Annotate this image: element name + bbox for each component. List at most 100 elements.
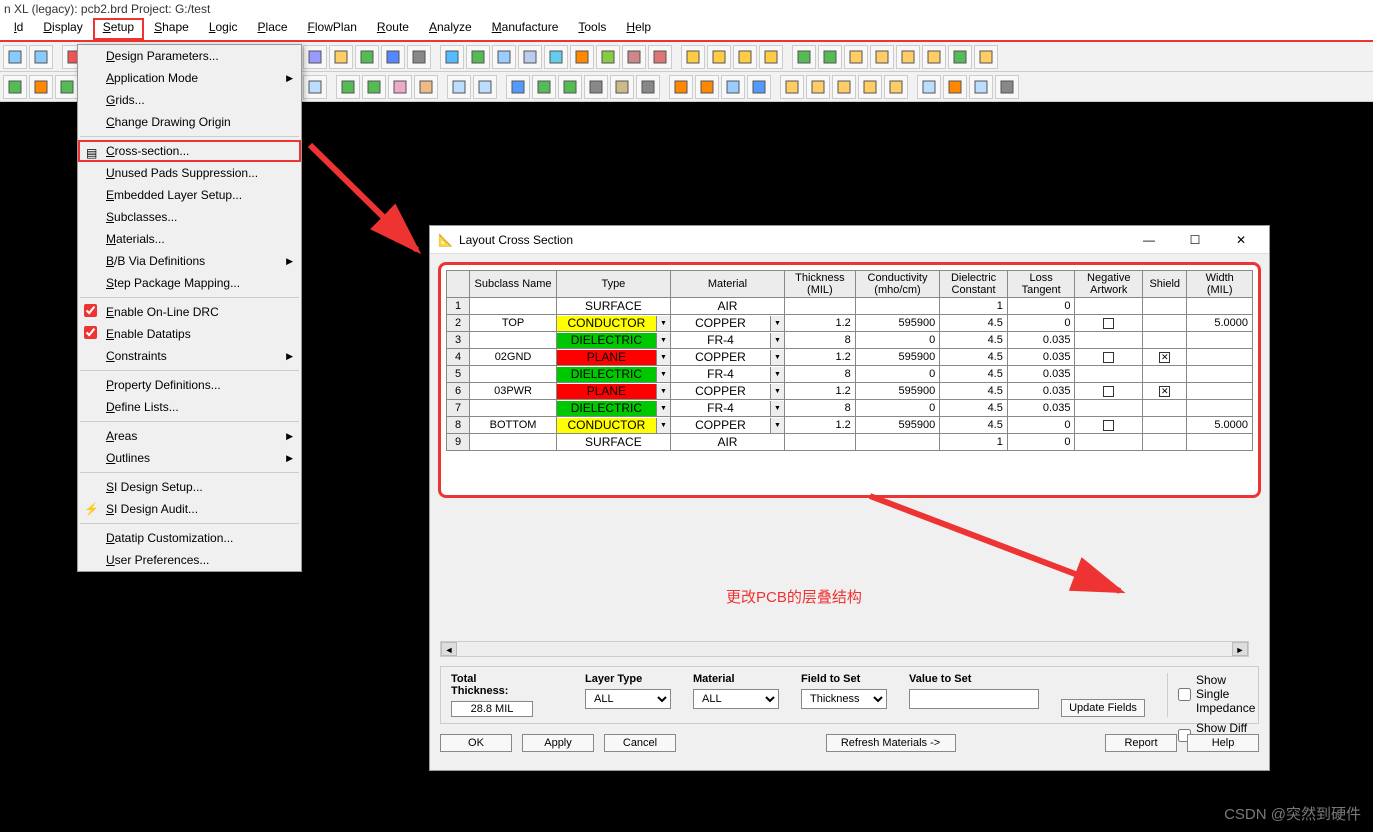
update-fields-button[interactable]: Update Fields: [1061, 699, 1145, 717]
dropdown-icon[interactable]: ▼: [770, 401, 784, 416]
toolbar-button[interactable]: [681, 45, 705, 69]
report-button[interactable]: Report: [1105, 734, 1177, 752]
table-row[interactable]: 2TOPCONDUCTOR▼COPPER▼1.25959004.505.0000: [447, 315, 1253, 332]
toolbar-button[interactable]: [870, 45, 894, 69]
toolbar-button[interactable]: [414, 75, 438, 99]
toolbar-button[interactable]: [596, 45, 620, 69]
toolbar-button[interactable]: [518, 45, 542, 69]
grid-hscroll[interactable]: ◄ ►: [440, 641, 1249, 657]
toolbar-button[interactable]: [55, 75, 79, 99]
toolbar-button[interactable]: [759, 45, 783, 69]
scroll-right-icon[interactable]: ►: [1232, 642, 1248, 656]
toolbar-button[interactable]: [733, 45, 757, 69]
close-button[interactable]: ✕: [1221, 226, 1261, 254]
menu-item-constraints[interactable]: Constraints▶: [78, 345, 301, 367]
toolbar-button[interactable]: [3, 75, 27, 99]
toolbar-button[interactable]: [381, 45, 405, 69]
toolbar-button[interactable]: [558, 75, 582, 99]
table-row[interactable]: 8BOTTOMCONDUCTOR▼COPPER▼1.25959004.505.0…: [447, 417, 1253, 434]
table-row[interactable]: 5DIELECTRIC▼FR-4▼804.50.035: [447, 366, 1253, 383]
grid-header[interactable]: Loss Tangent: [1007, 271, 1075, 298]
menu-item-design-parameters-[interactable]: Design Parameters...: [78, 45, 301, 67]
table-row[interactable]: 402GNDPLANE▼COPPER▼1.25959004.50.035: [447, 349, 1253, 366]
menu-logic[interactable]: Logic: [199, 18, 248, 40]
toolbar-button[interactable]: [447, 75, 471, 99]
toolbar-button[interactable]: [806, 75, 830, 99]
menu-help[interactable]: Help: [616, 18, 661, 40]
menu-item-property-definitions-[interactable]: Property Definitions...: [78, 374, 301, 396]
toolbar-button[interactable]: [780, 75, 804, 99]
toolbar-button[interactable]: [466, 45, 490, 69]
menu-route[interactable]: Route: [367, 18, 419, 40]
toolbar-button[interactable]: [29, 75, 53, 99]
dropdown-icon[interactable]: ▼: [770, 333, 784, 348]
dropdown-icon[interactable]: ▼: [656, 316, 670, 331]
dropdown-icon[interactable]: ▼: [770, 367, 784, 382]
menu-tools[interactable]: Tools: [568, 18, 616, 40]
toolbar-button[interactable]: [896, 45, 920, 69]
toolbar-button[interactable]: [648, 45, 672, 69]
maximize-button[interactable]: ☐: [1175, 226, 1215, 254]
menu-item-user-preferences-[interactable]: User Preferences...: [78, 549, 301, 571]
scroll-left-icon[interactable]: ◄: [441, 642, 457, 656]
menu-analyze[interactable]: Analyze: [419, 18, 482, 40]
toolbar-button[interactable]: [440, 45, 464, 69]
menu-item-unused-pads-suppression-[interactable]: Unused Pads Suppression...: [78, 162, 301, 184]
toolbar-button[interactable]: [3, 45, 27, 69]
toolbar-button[interactable]: [329, 45, 353, 69]
dropdown-icon[interactable]: ▼: [656, 350, 670, 365]
menu-manufacture[interactable]: Manufacture: [482, 18, 569, 40]
dropdown-icon[interactable]: ▼: [770, 316, 784, 331]
toolbar-button[interactable]: [622, 45, 646, 69]
grid-header[interactable]: Subclass Name: [470, 271, 557, 298]
ok-button[interactable]: OK: [440, 734, 512, 752]
toolbar-button[interactable]: [506, 75, 530, 99]
toolbar-button[interactable]: [917, 75, 941, 99]
dropdown-icon[interactable]: ▼: [656, 418, 670, 433]
dropdown-icon[interactable]: ▼: [770, 418, 784, 433]
menu-item-materials-[interactable]: Materials...: [78, 228, 301, 250]
grid-header[interactable]: [447, 271, 470, 298]
dropdown-icon[interactable]: ▼: [770, 350, 784, 365]
grid-header[interactable]: Conductivity(mho/cm): [855, 271, 940, 298]
grid-header[interactable]: Type: [556, 271, 670, 298]
menu-item-define-lists-[interactable]: Define Lists...: [78, 396, 301, 418]
grid-header[interactable]: Negative Artwork: [1075, 271, 1143, 298]
toolbar-button[interactable]: [584, 75, 608, 99]
menu-item-si-design-setup-[interactable]: SI Design Setup...: [78, 476, 301, 498]
toolbar-button[interactable]: [473, 75, 497, 99]
minimize-button[interactable]: —: [1129, 226, 1169, 254]
value-input[interactable]: [909, 689, 1039, 709]
menu-setup[interactable]: Setup: [93, 18, 144, 40]
toolbar-button[interactable]: [884, 75, 908, 99]
toolbar-button[interactable]: [995, 75, 1019, 99]
toolbar-button[interactable]: [610, 75, 634, 99]
menu-item-datatip-customization-[interactable]: Datatip Customization...: [78, 527, 301, 549]
toolbar-button[interactable]: [969, 75, 993, 99]
table-row[interactable]: 9SURFACEAIR10: [447, 434, 1253, 451]
menu-ld[interactable]: ld: [4, 18, 33, 40]
grid-header[interactable]: Material: [670, 271, 784, 298]
menu-item-subclasses-[interactable]: Subclasses...: [78, 206, 301, 228]
material-select[interactable]: ALL: [693, 689, 779, 709]
menu-item-enable-on-line-drc[interactable]: Enable On-Line DRC: [78, 301, 301, 323]
grid-header[interactable]: Width(MIL): [1187, 271, 1253, 298]
toolbar-button[interactable]: [544, 45, 568, 69]
menu-item-cross-section-[interactable]: ▤Cross-section...: [78, 140, 301, 162]
toolbar-button[interactable]: [792, 45, 816, 69]
menu-item-areas[interactable]: Areas▶: [78, 425, 301, 447]
toolbar-button[interactable]: [303, 75, 327, 99]
toolbar-button[interactable]: [669, 75, 693, 99]
menu-flowplan[interactable]: FlowPlan: [298, 18, 367, 40]
toolbar-button[interactable]: [721, 75, 745, 99]
toolbar-button[interactable]: [492, 45, 516, 69]
toolbar-button[interactable]: [818, 45, 842, 69]
table-row[interactable]: 603PWRPLANE▼COPPER▼1.25959004.50.035: [447, 383, 1253, 400]
layer-type-select[interactable]: ALL: [585, 689, 671, 709]
dropdown-icon[interactable]: ▼: [656, 401, 670, 416]
toolbar-button[interactable]: [407, 45, 431, 69]
stackup-grid[interactable]: Subclass NameTypeMaterialThickness(MIL)C…: [446, 270, 1253, 451]
grid-header[interactable]: Thickness(MIL): [785, 271, 856, 298]
toolbar-button[interactable]: [362, 75, 386, 99]
dropdown-icon[interactable]: ▼: [770, 384, 784, 399]
